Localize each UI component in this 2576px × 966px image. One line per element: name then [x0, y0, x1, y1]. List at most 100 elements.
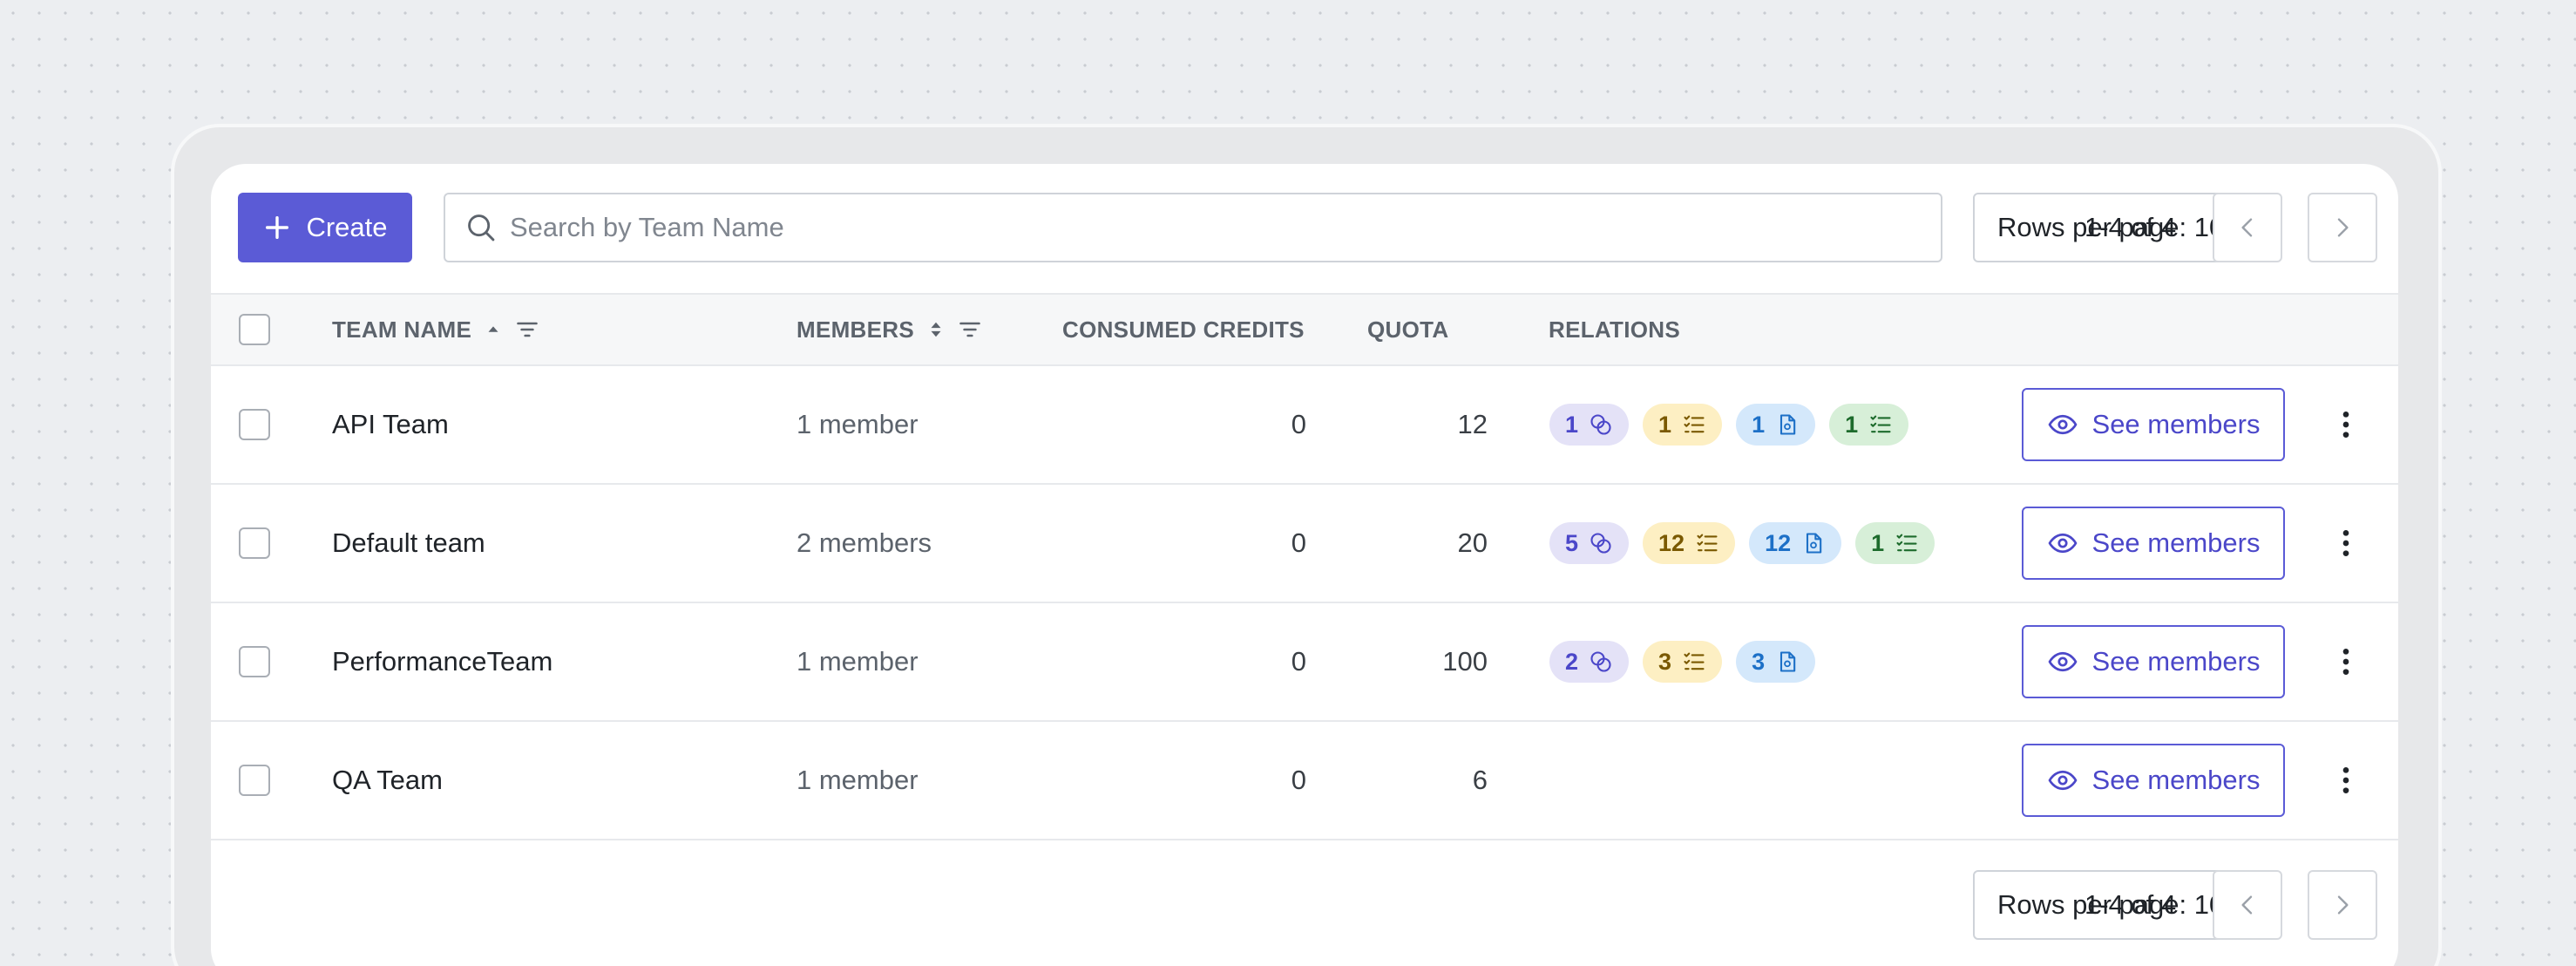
relation-test-plans-badge[interactable]: 3: [1643, 641, 1723, 683]
checklist-icon: [1895, 531, 1919, 555]
relation-test-cases-badge[interactable]: 3: [1736, 641, 1816, 683]
badge-count: 1: [1845, 411, 1859, 438]
footer-pagination-range: 1-4 of 4: [2085, 889, 2177, 920]
quota: 100: [1442, 646, 1488, 677]
relation-members-badge[interactable]: 1: [1549, 404, 1630, 446]
badge-count: 12: [1765, 529, 1792, 556]
badge-count: 1: [1658, 411, 1672, 438]
overlapping-circles-icon: [1589, 412, 1613, 437]
relations: 2 3 3: [1549, 603, 1816, 720]
badge-count: 1: [1871, 529, 1885, 556]
row-more-button[interactable]: [2329, 407, 2363, 442]
row-checkbox[interactable]: [239, 765, 270, 796]
table-row: PerformanceTeam 1 member 0 100 2 3 3 See…: [211, 603, 2398, 722]
overlapping-circles-icon: [1589, 531, 1613, 555]
document-icon: [1801, 531, 1826, 555]
column-members[interactable]: MEMBERS: [797, 295, 982, 364]
pagination-range: 1-4 of 4: [2085, 212, 2177, 242]
badge-count: 2: [1565, 648, 1579, 675]
kebab-icon: [2329, 526, 2363, 561]
search-input[interactable]: [510, 212, 1904, 243]
column-relations: RELATIONS: [1549, 316, 1680, 343]
kebab-icon: [2329, 407, 2363, 442]
column-members-label: MEMBERS: [797, 316, 914, 343]
relations: 5 12 12 1: [1549, 485, 1935, 602]
checklist-icon: [1682, 650, 1706, 674]
relation-runs-badge[interactable]: 1: [1829, 404, 1909, 446]
search-box[interactable]: [444, 193, 1942, 262]
row-checkbox[interactable]: [239, 527, 270, 559]
footer-next-page-button[interactable]: [2308, 870, 2377, 940]
create-button[interactable]: Create: [238, 193, 412, 262]
quota: 12: [1457, 409, 1488, 439]
select-all-checkbox[interactable]: [239, 314, 270, 345]
row-more-button[interactable]: [2329, 526, 2363, 561]
see-members-label: See members: [2091, 646, 2261, 677]
see-members-button[interactable]: See members: [2022, 744, 2285, 817]
team-name: QA Team: [332, 765, 443, 795]
relation-members-badge[interactable]: 2: [1549, 641, 1630, 683]
team-name: API Team: [332, 409, 449, 439]
column-team-name[interactable]: TEAM NAME: [332, 295, 539, 364]
kebab-icon: [2329, 763, 2363, 798]
document-icon: [1775, 412, 1800, 437]
footer-prev-page-button[interactable]: [2213, 870, 2282, 940]
teams-table-card: Create Rows per page: 10 1-4 of 4: [211, 164, 2398, 966]
chevron-left-icon: [2234, 891, 2261, 919]
plus-icon: [262, 213, 292, 242]
create-button-label: Create: [306, 212, 388, 242]
badge-count: 1: [1565, 411, 1579, 438]
row-more-button[interactable]: [2329, 763, 2363, 798]
eye-icon: [2047, 765, 2078, 796]
checklist-icon: [1682, 412, 1706, 437]
eye-icon: [2047, 409, 2078, 440]
relation-test-cases-badge[interactable]: 12: [1749, 522, 1842, 564]
row-more-button[interactable]: [2329, 644, 2363, 679]
row-checkbox[interactable]: [239, 646, 270, 677]
filter-icon[interactable]: [515, 317, 539, 342]
see-members-button[interactable]: See members: [2022, 507, 2285, 580]
eye-icon: [2047, 646, 2078, 677]
column-quota: QUOTA: [1367, 316, 1449, 343]
checklist-icon: [1695, 531, 1719, 555]
see-members-label: See members: [2091, 409, 2261, 439]
search-icon: [464, 211, 498, 244]
relation-test-cases-badge[interactable]: 1: [1736, 404, 1816, 446]
see-members-label: See members: [2091, 527, 2261, 558]
chevron-right-icon: [2329, 214, 2356, 242]
badge-count: 3: [1658, 648, 1672, 675]
next-page-button[interactable]: [2308, 193, 2377, 262]
table-row: QA Team 1 member 0 6 See members: [211, 722, 2398, 840]
badge-count: 3: [1752, 648, 1766, 675]
sort-ascending-icon[interactable]: [484, 320, 503, 339]
row-checkbox[interactable]: [239, 409, 270, 440]
consumed-credits: 0: [1291, 646, 1306, 677]
team-members-count: 1 member: [797, 646, 919, 677]
column-consumed-credits: CONSUMED CREDITS: [1062, 316, 1305, 343]
chevron-right-icon: [2329, 891, 2356, 919]
sort-icon[interactable]: [926, 318, 946, 341]
relations: 1 1 1 1: [1549, 366, 1909, 483]
relation-test-plans-badge[interactable]: 12: [1643, 522, 1736, 564]
see-members-button[interactable]: See members: [2022, 625, 2285, 698]
consumed-credits: 0: [1291, 409, 1306, 439]
team-name: PerformanceTeam: [332, 646, 553, 677]
team-members-count: 1 member: [797, 765, 919, 795]
column-team-name-label: TEAM NAME: [332, 316, 472, 343]
relation-test-plans-badge[interactable]: 1: [1643, 404, 1723, 446]
consumed-credits: 0: [1291, 765, 1306, 795]
see-members-label: See members: [2091, 765, 2261, 795]
table-row: Default team 2 members 0 20 5 12 12 1 Se…: [211, 485, 2398, 603]
relation-runs-badge[interactable]: 1: [1855, 522, 1935, 564]
team-name: Default team: [332, 527, 485, 558]
filter-icon[interactable]: [958, 317, 982, 342]
eye-icon: [2047, 527, 2078, 559]
see-members-button[interactable]: See members: [2022, 388, 2285, 461]
team-members-count: 2 members: [797, 527, 932, 558]
prev-page-button[interactable]: [2213, 193, 2282, 262]
badge-count: 5: [1565, 529, 1579, 556]
team-members-count: 1 member: [797, 409, 919, 439]
checklist-icon: [1868, 412, 1893, 437]
document-icon: [1775, 650, 1800, 674]
relation-members-badge[interactable]: 5: [1549, 522, 1630, 564]
